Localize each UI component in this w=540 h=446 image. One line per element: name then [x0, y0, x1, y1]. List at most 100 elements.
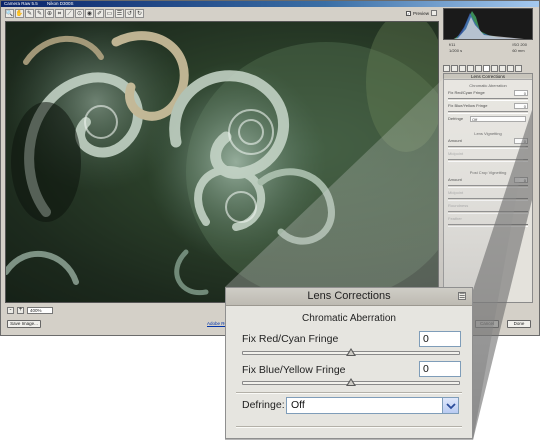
- small-midpoint-row: Midpoint: [448, 151, 528, 158]
- small-postcrop-roundness-row: Roundness: [448, 203, 528, 210]
- rotate-right-icon[interactable]: ↻: [135, 9, 144, 18]
- tab-split-toning[interactable]: [475, 65, 482, 72]
- panel-title: Lens Corrections: [307, 290, 391, 302]
- spot-removal-tool-icon[interactable]: ⊙: [75, 9, 84, 18]
- small-postcrop-feather-row: Feather: [448, 216, 528, 223]
- histogram: [443, 8, 533, 40]
- preview-label: Preview: [413, 10, 430, 16]
- small-amount-slider[interactable]: [448, 146, 528, 149]
- toolbar: 🔍 ✋ ✎ ✎ ⊕ ⌗ ⟋ ⊙ ◉ ✐ ▭ ☰ ↺ ↻: [5, 9, 144, 19]
- window-title: Camera Raw 5.5: [4, 1, 38, 6]
- small-postcrop-roundness-label: Roundness: [448, 203, 469, 208]
- title-bar: Camera Raw 5.5 Nikon D300S: [1, 1, 539, 7]
- small-red-cyan-input[interactable]: 0: [514, 90, 528, 96]
- adjustment-brush-icon[interactable]: ✐: [95, 9, 104, 18]
- section-divider: [236, 392, 462, 394]
- done-button[interactable]: Done: [507, 320, 531, 328]
- defringe-dropdown-button[interactable]: [442, 397, 459, 414]
- graduated-filter-icon[interactable]: ▭: [105, 9, 114, 18]
- cancel-button[interactable]: Cancel: [475, 320, 499, 328]
- small-defringe-row: Defringe Off: [448, 116, 528, 123]
- fix-blue-yellow-label: Fix Blue/Yellow Fringe: [242, 364, 346, 376]
- small-postcrop-midpoint-row: Midpoint: [448, 190, 528, 197]
- tab-basic[interactable]: [443, 65, 450, 72]
- chromatic-aberration-title: Chromatic Aberration: [302, 313, 396, 324]
- small-red-cyan-row: Fix Red/Cyan Fringe 0: [448, 90, 528, 97]
- zoom-out-button[interactable]: -: [7, 306, 14, 314]
- small-postcrop-feather-slider[interactable]: [448, 224, 528, 227]
- color-sampler-tool-icon[interactable]: ✎: [35, 9, 44, 18]
- tab-effects[interactable]: [491, 65, 498, 72]
- camera-raw-window: Camera Raw 5.5 Nikon D300S 🔍 ✋ ✎ ✎ ⊕ ⌗ ⟋…: [0, 0, 540, 336]
- small-defringe-label: Defringe: [448, 116, 464, 121]
- small-blue-yellow-label: Fix Blue/Yellow Fringe: [448, 103, 488, 108]
- preview-checkbox[interactable]: ✓: [406, 10, 411, 16]
- tab-tone-curve[interactable]: [451, 65, 458, 72]
- camera-info: f/11 1/200 s ISO 200 60 mm: [443, 42, 533, 56]
- small-chromatic-title: Chromatic Aberration: [469, 83, 507, 88]
- shutter-readout: 1/200 s: [449, 48, 463, 53]
- small-midpoint-slider[interactable]: [448, 159, 528, 162]
- panel-header: Lens Corrections ☰: [226, 288, 472, 306]
- preferences-icon[interactable]: ☰: [115, 9, 124, 18]
- fix-blue-yellow-input[interactable]: 0: [419, 361, 461, 377]
- small-red-cyan-slider[interactable]: [448, 98, 528, 101]
- small-blue-yellow-row: Fix Blue/Yellow Fringe 0: [448, 103, 528, 110]
- focal-readout: 60 mm: [512, 48, 525, 53]
- target-adjustment-tool-icon[interactable]: ⊕: [45, 9, 54, 18]
- small-blue-yellow-input[interactable]: 0: [514, 103, 528, 109]
- panel-menu-icon[interactable]: ☰: [458, 292, 466, 300]
- image-preview[interactable]: [5, 21, 439, 303]
- window-subtitle: Nikon D300S: [47, 1, 74, 6]
- tab-presets[interactable]: [507, 65, 514, 72]
- tab-camera-calibration[interactable]: [499, 65, 506, 72]
- rotate-left-icon[interactable]: ↺: [125, 9, 134, 18]
- small-vignetting-title: Lens Vignetting: [474, 131, 502, 136]
- hand-tool-icon[interactable]: ✋: [15, 9, 24, 18]
- fix-blue-yellow-slider-thumb[interactable]: [346, 378, 356, 386]
- small-red-cyan-label: Fix Red/Cyan Fringe: [448, 90, 485, 95]
- fix-red-cyan-slider-thumb[interactable]: [346, 348, 356, 356]
- small-postcrop-amount-row: Amount 0: [448, 177, 528, 184]
- small-midpoint-label: Midpoint: [448, 151, 464, 156]
- panel-menu: ☰: [458, 292, 466, 300]
- small-postcrop-midpoint-slider[interactable]: [448, 198, 528, 201]
- white-balance-tool-icon[interactable]: ✎: [25, 9, 34, 18]
- small-postcrop-amount-slider[interactable]: [448, 185, 528, 188]
- lens-corrections-panel-small: Lens Corrections Chromatic Aberration Fi…: [443, 73, 533, 303]
- small-defringe-select[interactable]: Off: [470, 116, 526, 122]
- small-postcrop-roundness-slider[interactable]: [448, 211, 528, 214]
- fix-red-cyan-label: Fix Red/Cyan Fringe: [242, 333, 339, 345]
- red-eye-tool-icon[interactable]: ◉: [85, 9, 94, 18]
- small-postcrop-feather-label: Feather: [448, 216, 462, 221]
- tab-hsl[interactable]: [467, 65, 474, 72]
- zoom-level-select[interactable]: 400%: [27, 306, 53, 314]
- chevron-down-icon: [445, 402, 456, 409]
- defringe-label: Defringe:: [242, 399, 285, 411]
- tab-detail[interactable]: [459, 65, 466, 72]
- preview-photo: [6, 22, 438, 302]
- small-blue-yellow-slider[interactable]: [448, 111, 528, 114]
- lens-corrections-panel-zoomed: Lens Corrections ☰ Chromatic Aberration …: [225, 287, 473, 439]
- histogram-graph: [453, 11, 524, 39]
- defringe-select[interactable]: Off: [286, 397, 443, 414]
- small-postcrop-amount-label: Amount: [448, 177, 462, 182]
- fullscreen-button[interactable]: [431, 10, 438, 16]
- small-postcrop-midpoint-label: Midpoint: [448, 190, 464, 195]
- small-panel-title: Lens Corrections: [444, 74, 532, 80]
- fix-red-cyan-input[interactable]: 0: [419, 331, 461, 347]
- bottom-divider: [236, 426, 462, 428]
- save-image-button[interactable]: Save Image...: [7, 320, 41, 328]
- crop-tool-icon[interactable]: ⌗: [55, 9, 64, 18]
- preview-control: ✓ Preview: [406, 10, 438, 16]
- small-postcrop-title: Post Crop Vignetting: [469, 170, 507, 175]
- tab-snapshots[interactable]: [515, 65, 522, 72]
- tab-lens-corrections[interactable]: [483, 65, 490, 72]
- straighten-tool-icon[interactable]: ⟋: [65, 9, 74, 18]
- panel-tabs: [443, 65, 533, 72]
- small-amount-input[interactable]: 0: [514, 138, 528, 144]
- zoom-in-button[interactable]: +: [17, 306, 24, 314]
- small-postcrop-amount-input[interactable]: 0: [514, 177, 528, 183]
- small-amount-row: Amount 0: [448, 138, 528, 145]
- zoom-tool-icon[interactable]: 🔍: [5, 9, 14, 18]
